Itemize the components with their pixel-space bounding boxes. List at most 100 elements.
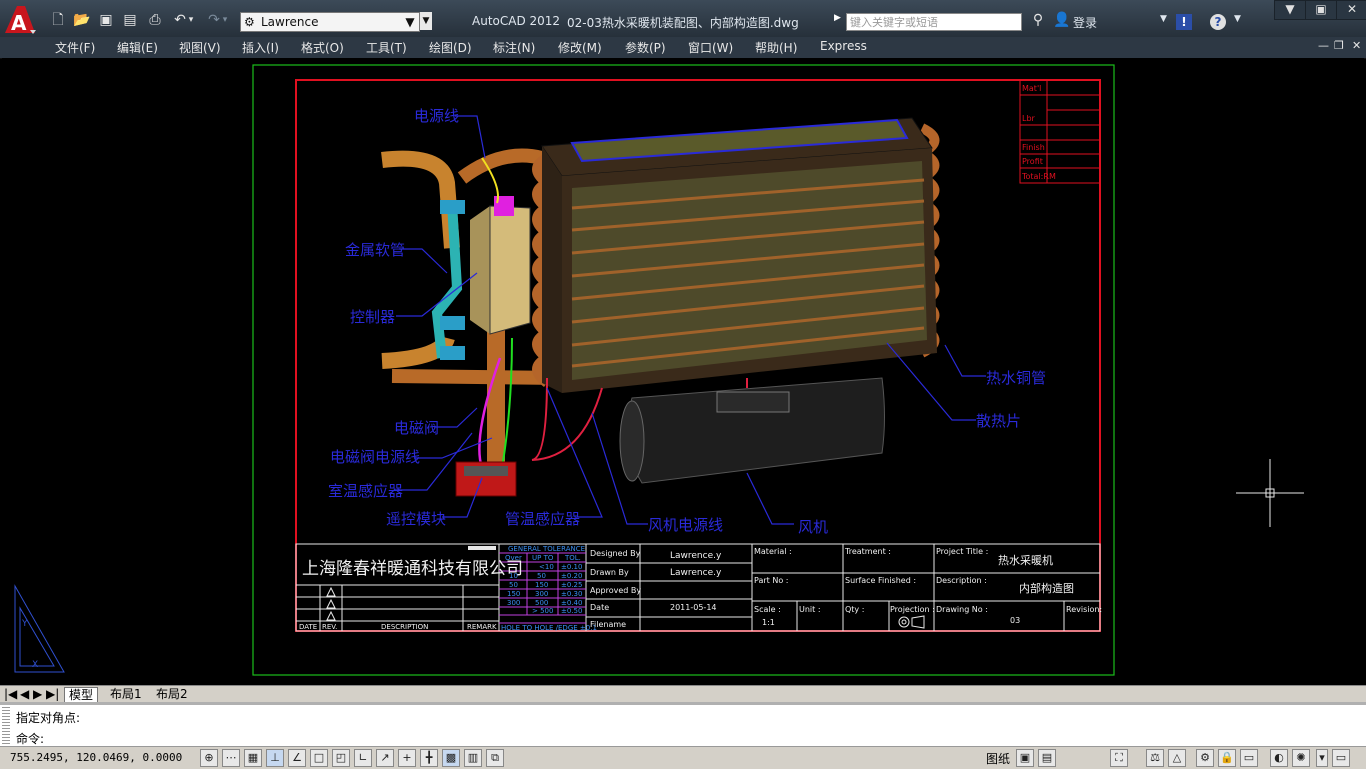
undo-dropdown-icon[interactable]: ▾ [186, 10, 196, 30]
drawing-no-value: 03 [1010, 616, 1020, 625]
rev-description-header: DESCRIPTION [381, 623, 428, 631]
annotation-scale-icon[interactable]: ⚖ [1146, 749, 1164, 767]
selection-cycling-icon[interactable]: ⧉ [486, 749, 504, 767]
tol-row-4-upto: 500 [535, 599, 548, 607]
gear-icon: ⚙ [244, 15, 255, 29]
save-icon[interactable]: ▣ [96, 10, 116, 30]
search-expand-icon[interactable]: ▶ [834, 13, 841, 23]
open-icon[interactable]: 📂 [72, 10, 92, 30]
save-as-icon[interactable]: ▤ [120, 10, 140, 30]
tab-model[interactable]: 模型 [64, 687, 99, 703]
tol-header-tol: TOL. [564, 554, 581, 562]
first-tab-icon[interactable]: |◀ [4, 687, 17, 702]
tol-row-3-over: 150 [507, 590, 520, 598]
restore-button[interactable]: ▣ [1305, 0, 1337, 20]
unit-label: Unit : [799, 605, 821, 614]
drawing-canvas[interactable]: 电源线 金属软管 控制器 电磁阀 电磁阀电源线 室温感应器 遥控模块 管温感应器… [2, 58, 1364, 685]
menu-draw[interactable]: 绘图(D) [429, 39, 472, 56]
treatment-label: Treatment : [844, 547, 891, 556]
dynamic-ucs-icon[interactable]: ↗ [376, 749, 394, 767]
object-snap-icon[interactable]: □ [310, 749, 328, 767]
doc-restore-button[interactable]: ❐ [1334, 39, 1344, 52]
new-icon[interactable]: 🗋 [48, 10, 68, 30]
command-grip[interactable] [2, 707, 10, 745]
revision-triangles [326, 586, 336, 621]
infer-constraints-icon[interactable]: ⊕ [200, 749, 218, 767]
polar-tracking-icon[interactable]: ∠ [288, 749, 306, 767]
menu-format[interactable]: 格式(O) [301, 39, 344, 56]
workspace-select[interactable]: ⚙ Lawrence ▼ [240, 12, 420, 32]
3d-osnap-icon[interactable]: ◰ [332, 749, 350, 767]
dynamic-input-icon[interactable]: + [398, 749, 416, 767]
next-tab-icon[interactable]: ▶ [33, 687, 42, 702]
minimize-button[interactable]: ▼ [1274, 0, 1306, 20]
callout-solenoid-valve: 电磁阀 [394, 419, 439, 437]
help-dropdown-icon[interactable]: ▼ [1234, 14, 1241, 24]
quick-access-menu-button[interactable]: ▼ [420, 12, 432, 30]
maximize-viewport-icon[interactable]: ⛶ [1110, 749, 1128, 767]
login-link[interactable]: 登录 [1073, 14, 1097, 31]
last-tab-icon[interactable]: ▶| [46, 687, 59, 702]
doc-close-button[interactable]: ✕ [1352, 39, 1361, 52]
svg-text:Y: Y [21, 619, 28, 629]
command-window[interactable]: 指定对角点: 命令: [0, 702, 1366, 749]
login-dropdown-icon[interactable]: ▼ [1160, 14, 1167, 24]
object-snap-tracking-icon[interactable]: ∟ [354, 749, 372, 767]
tol-row-2-tol: ±0.25 [561, 581, 582, 589]
callout-copper-pipe: 热水铜管 [986, 369, 1046, 387]
transparency-icon[interactable]: ▩ [442, 749, 460, 767]
menu-insert[interactable]: 插入(I) [242, 39, 279, 56]
menu-edit[interactable]: 编辑(E) [117, 39, 158, 56]
callout-controller: 控制器 [350, 308, 395, 326]
scale-label: Scale : [754, 605, 781, 614]
chevron-down-icon: ▼ [405, 15, 415, 29]
command-history: 指定对角点: [16, 711, 81, 725]
help-icon[interactable]: ? [1210, 14, 1226, 30]
print-icon[interactable]: ⎙ [145, 10, 165, 30]
drawn-by-value: Lawrence.y [670, 568, 722, 578]
tol-row-5-tol: ±0.50 [561, 607, 582, 615]
doc-minimize-button[interactable]: — [1318, 39, 1329, 52]
user-icon[interactable]: 👤 [1052, 10, 1072, 30]
redo-dropdown-icon[interactable]: ▾ [220, 10, 230, 30]
quick-view-layouts-icon[interactable]: ▣ [1016, 749, 1034, 767]
menu-file[interactable]: 文件(F) [55, 39, 95, 56]
quick-properties-icon[interactable]: ▥ [464, 749, 482, 767]
menu-modify[interactable]: 修改(M) [558, 39, 602, 56]
isolate-objects-icon[interactable]: ◐ [1270, 749, 1288, 767]
coordinate-readout[interactable]: 755.2495, 120.0469, 0.0000 [10, 751, 182, 764]
menu-express[interactable]: Express [820, 39, 867, 53]
menu-tools[interactable]: 工具(T) [366, 39, 407, 56]
ortho-mode-icon[interactable]: ⊥ [266, 749, 284, 767]
exchange-icon[interactable]: ! [1176, 14, 1192, 30]
surface-finished-label: Surface Finished : [845, 576, 916, 585]
tol-row-5-upto: > 500 [532, 607, 553, 615]
bulb-icon[interactable]: ✺ [1292, 749, 1310, 767]
menu-view[interactable]: 视图(V) [179, 39, 221, 56]
cost-matl-label: Mat'l [1022, 84, 1041, 93]
quick-view-drawings-icon[interactable]: ▤ [1038, 749, 1056, 767]
tab-layout1[interactable]: 布局1 [106, 687, 146, 702]
tab-layout2[interactable]: 布局2 [152, 687, 192, 702]
workspace-switching-icon[interactable]: ⚙ [1196, 749, 1214, 767]
toolbar-lock-icon[interactable]: 🔒 [1218, 749, 1236, 767]
status-menu-icon[interactable]: ▾ [1316, 749, 1328, 767]
close-button[interactable]: ✕ [1336, 0, 1366, 20]
paper-space-toggle[interactable]: 图纸 [986, 750, 1010, 767]
annotation-visibility-icon[interactable]: △ [1168, 749, 1186, 767]
binoculars-icon[interactable]: ⚲ [1028, 10, 1048, 30]
menu-window[interactable]: 窗口(W) [688, 39, 733, 56]
menu-help[interactable]: 帮助(H) [755, 39, 797, 56]
clean-screen-icon[interactable]: ▭ [1332, 749, 1350, 767]
command-prompt[interactable]: 命令: [16, 730, 44, 747]
menu-parametric[interactable]: 参数(P) [625, 39, 666, 56]
snap-mode-icon[interactable]: ⋯ [222, 749, 240, 767]
autocad-logo-icon[interactable]: A [2, 3, 38, 35]
search-input[interactable]: 键入关键字或短语 [846, 13, 1022, 31]
lineweight-icon[interactable]: ╋ [420, 749, 438, 767]
menu-dimension[interactable]: 标注(N) [493, 39, 535, 56]
grid-display-icon[interactable]: ▦ [244, 749, 262, 767]
cost-lbr-label: Lbr [1022, 114, 1036, 123]
prev-tab-icon[interactable]: ◀ [20, 687, 29, 702]
hardware-acceleration-icon[interactable]: ▭ [1240, 749, 1258, 767]
